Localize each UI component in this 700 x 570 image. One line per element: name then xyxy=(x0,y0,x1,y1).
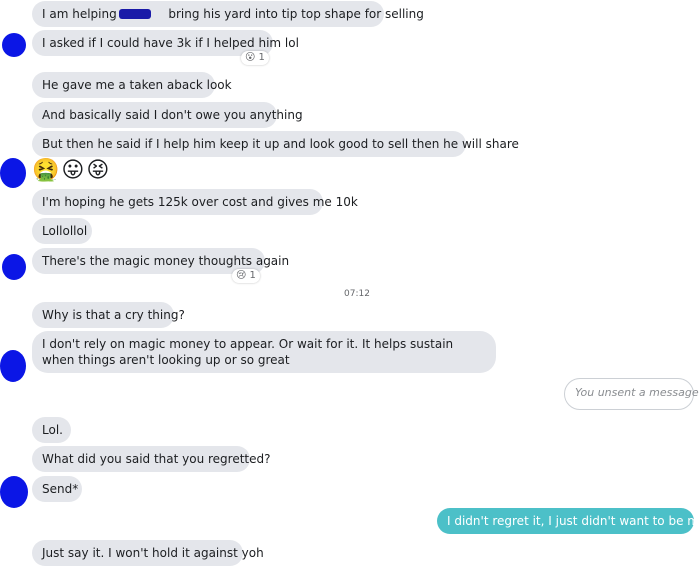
message-bubble[interactable]: Just say it. I won't hold it against yoh xyxy=(32,540,264,566)
message-bubble[interactable]: Lollollol xyxy=(32,218,92,244)
message-bubble[interactable]: I don't rely on magic money to appear. O… xyxy=(32,331,496,373)
redacted-name-mark xyxy=(119,9,151,19)
message-bubble[interactable]: Lol. xyxy=(32,417,71,443)
message-bubble[interactable]: But then he said if I help him keep it u… xyxy=(32,131,519,157)
message-text: He gave me a taken aback look xyxy=(42,78,232,92)
message-text: There's the magic money thoughts again xyxy=(42,254,290,268)
message-text: bring his yard into tip top shape for se… xyxy=(168,7,424,21)
surprised-emoji-icon: 😮 xyxy=(245,52,256,63)
outgoing-message-bubble[interactable]: I didn't regret it, I just didn't want t… xyxy=(437,508,700,534)
message-text: But then he said if I help him keep it u… xyxy=(42,137,519,151)
emoji-message[interactable]: 🤮😛😝 xyxy=(32,158,111,184)
message-bubble[interactable]: There's the magic money thoughts again xyxy=(32,248,289,274)
message-text: I asked if I could have 3k if I helped h… xyxy=(42,36,299,50)
message-text: And basically said I don't owe you anyth… xyxy=(42,108,303,122)
message-text: What did you said that you regretted? xyxy=(42,452,271,466)
message-text: I'm hoping he gets 125k over cost and gi… xyxy=(42,195,358,209)
redacted-avatar xyxy=(0,476,28,508)
message-text: I don't rely on magic money to appear. O… xyxy=(42,337,454,367)
message-text: Just say it. I won't hold it against yoh xyxy=(42,546,264,560)
message-text: Send* xyxy=(42,482,79,496)
message-bubble[interactable]: I asked if I could have 3k if I helped h… xyxy=(32,30,299,56)
reaction-count: 1 xyxy=(258,52,265,63)
message-bubble[interactable]: I am helping bring his yard into tip top… xyxy=(32,1,424,27)
message-timestamp: 07:12 xyxy=(344,289,370,299)
redacted-avatar xyxy=(2,254,26,280)
reaction-badge[interactable]: 😮 1 xyxy=(241,51,269,65)
message-bubble[interactable]: What did you said that you regretted? xyxy=(32,446,271,472)
emoji-sequence: 🤮😛😝 xyxy=(32,158,112,183)
redacted-avatar xyxy=(0,158,26,188)
message-text: I didn't regret it, I just didn't want t… xyxy=(447,514,700,528)
unsent-text: You unsent a message xyxy=(575,386,699,399)
redacted-avatar xyxy=(2,33,26,57)
redacted-avatar xyxy=(0,350,26,382)
message-bubble[interactable]: Send* xyxy=(32,476,82,502)
reaction-badge[interactable]: 😢 1 xyxy=(232,269,260,283)
message-bubble[interactable]: And basically said I don't owe you anyth… xyxy=(32,102,303,128)
message-text: Why is that a cry thing? xyxy=(42,308,185,322)
message-text: Lol. xyxy=(42,423,63,437)
message-text: I am helping xyxy=(42,7,117,21)
message-bubble[interactable]: Why is that a cry thing? xyxy=(32,302,185,328)
message-bubble[interactable]: I'm hoping he gets 125k over cost and gi… xyxy=(32,189,358,215)
crying-emoji-icon: 😢 xyxy=(236,270,247,281)
message-bubble[interactable]: He gave me a taken aback look xyxy=(32,72,232,98)
reaction-count: 1 xyxy=(249,270,256,281)
unsent-message-notice: You unsent a message xyxy=(564,378,699,410)
message-text: Lollollol xyxy=(42,224,88,238)
